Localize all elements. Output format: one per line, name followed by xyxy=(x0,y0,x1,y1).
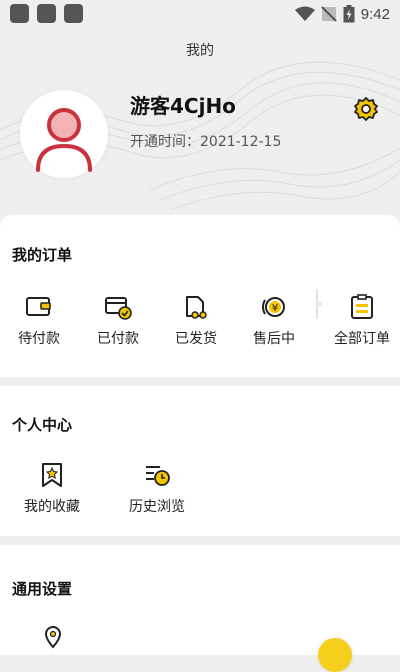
personal-center-title: 个人中心 xyxy=(12,416,73,434)
order-paid-label: 已付款 xyxy=(97,331,139,347)
username: 游客4CjHo xyxy=(130,94,236,118)
history-icon xyxy=(146,466,170,486)
my-favorites[interactable]: 我的收藏 xyxy=(17,462,87,516)
location-icon[interactable] xyxy=(43,625,63,649)
svg-text:¥: ¥ xyxy=(272,303,278,314)
orders-card: 我的订单 待付款 已付款 已发货 ¥ 售后中 全部订单 xyxy=(0,215,400,377)
notification-icon xyxy=(37,4,56,23)
order-shipped-label: 已发货 xyxy=(175,331,217,347)
user-icon xyxy=(36,108,92,172)
order-after-sale[interactable]: ¥ 售后中 xyxy=(239,294,309,348)
favorites-icon xyxy=(42,463,62,487)
orders-title: 我的订单 xyxy=(12,246,73,264)
card-paid-icon xyxy=(105,297,132,320)
page-title: 我的 xyxy=(186,43,214,59)
chevron-right-icon xyxy=(316,289,322,319)
notification-icon xyxy=(64,4,83,23)
browsing-history-label: 历史浏览 xyxy=(129,499,185,515)
order-pending-payment-label: 待付款 xyxy=(18,331,60,347)
after-sale-icon: ¥ xyxy=(262,297,285,317)
order-after-sale-label: 售后中 xyxy=(253,331,295,347)
order-shipped[interactable]: 已发货 xyxy=(161,294,231,348)
avatar[interactable] xyxy=(20,90,108,178)
order-all-label: 全部订单 xyxy=(334,331,390,347)
status-time: 9:42 xyxy=(360,5,390,23)
order-all[interactable]: 全部订单 xyxy=(327,294,397,348)
status-bar: 9:42 xyxy=(0,0,400,28)
battery-icon xyxy=(343,5,355,23)
join-date: 开通时间：2021-12-15 xyxy=(130,134,282,150)
shipped-icon xyxy=(186,296,207,319)
personal-center-card: 个人中心 我的收藏 历史浏览 xyxy=(0,386,400,536)
wallet-icon xyxy=(26,297,51,316)
notification-icon xyxy=(10,4,29,23)
order-paid[interactable]: 已付款 xyxy=(83,294,153,348)
wifi-icon xyxy=(294,6,315,21)
all-orders-icon xyxy=(351,294,373,319)
browsing-history[interactable]: 历史浏览 xyxy=(122,462,192,516)
floating-action-button[interactable] xyxy=(318,638,352,672)
general-settings-title: 通用设置 xyxy=(12,580,73,598)
my-favorites-label: 我的收藏 xyxy=(24,499,80,515)
order-pending-payment[interactable]: 待付款 xyxy=(4,294,74,348)
signal-off-icon xyxy=(321,6,337,22)
gear-icon[interactable] xyxy=(352,95,380,123)
